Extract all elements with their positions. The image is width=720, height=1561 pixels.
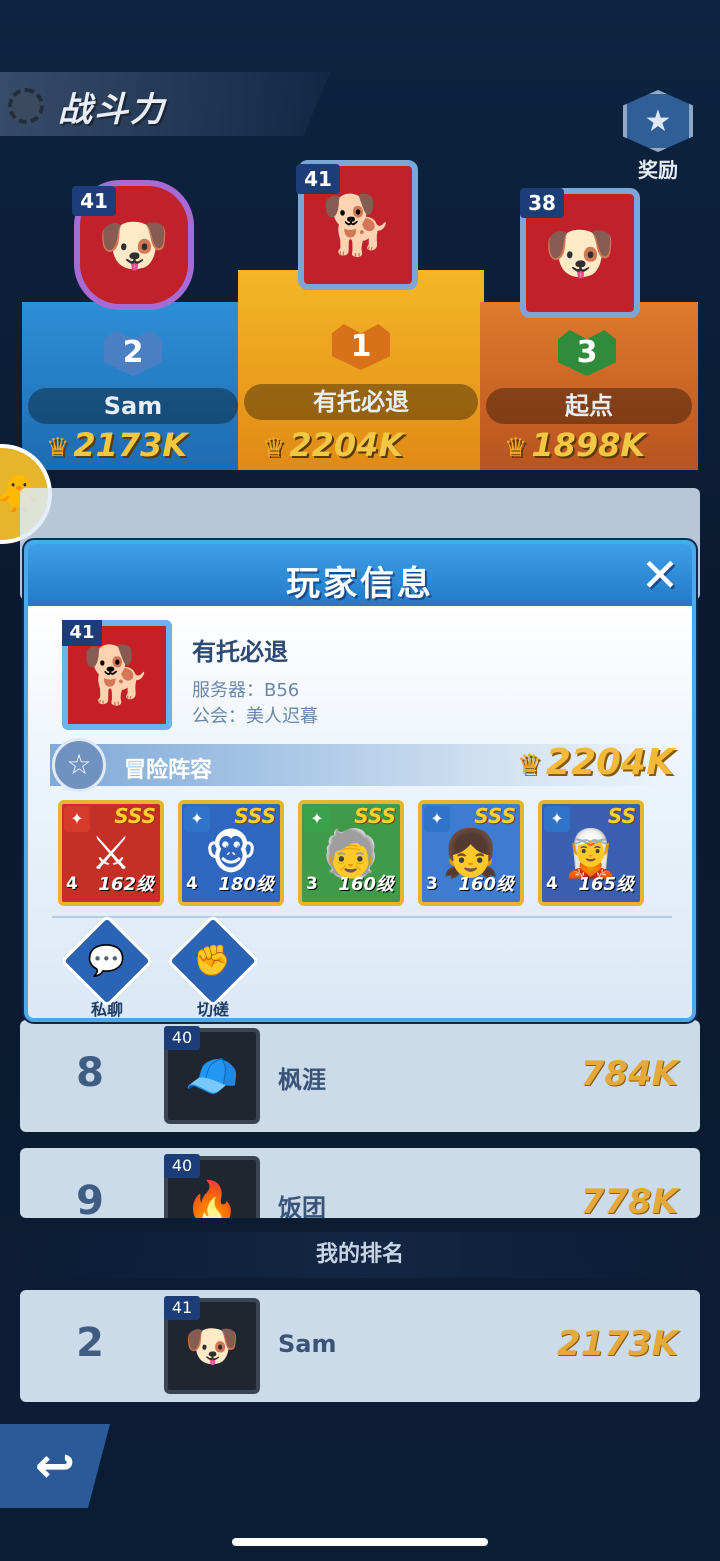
home-indicator[interactable] [232,1538,488,1546]
player-name: 有托必退 [192,638,288,666]
power-value: ♛ 1898K [504,426,645,464]
gear-icon [8,88,44,124]
hero-level: 165级 [578,874,634,895]
lineup-label: 冒险阵容 [124,758,213,783]
my-rank-row[interactable]: 2 🐶 41 Sam 2173K [20,1290,700,1402]
player-name: 枫涯 [278,1066,326,1094]
level-tag: 41 [62,620,102,646]
divider [52,916,672,918]
hero-level: 162级 [98,874,154,895]
hero-card[interactable]: ✦ 🧓 SSS 3 160级 [298,800,404,906]
crown-icon: ♛ [516,748,542,781]
faction-icon: ✦ [424,806,450,832]
my-rank-label: 我的排名 [0,1232,720,1278]
player-server: 服务器：B56 [192,680,300,701]
power-value: ♛ 2204K [262,426,403,464]
back-arrow-icon: ↩ [34,1438,76,1494]
modal-header: 玩家信息 ✕ [28,544,692,606]
rank-number: 2 [76,1320,104,1366]
power-value: 784K [580,1054,678,1094]
level-tag: 40 [164,1026,200,1050]
power-text: 1898K [531,426,646,464]
chat-bubble-icon: 💬 [60,914,154,1008]
player-guild: 公会：美人迟暮 [192,706,318,727]
modal-title: 玩家信息 [286,564,434,604]
modal-body: 🐕 41 有托必退 服务器：B56 公会：美人迟暮 ☆ 冒险阵容 ♛ 2204K … [28,606,692,1018]
podium-third[interactable]: 🐶 38 3 起点 ♛ 1898K [480,160,698,470]
hero-stars: 3 [426,874,438,894]
crown-icon: ♛ [504,433,528,463]
player-name: Sam [278,1330,337,1358]
hero-card[interactable]: ✦ 🧝 SS 4 165级 [538,800,644,906]
hero-grade: SS [607,804,636,828]
power-value: ♛ 2173K [46,426,187,464]
hero-grade: SSS [474,804,516,828]
hero-stars: 4 [186,874,198,894]
hero-level: 160级 [338,874,394,895]
hero-card[interactable]: ✦ 🐵 SSS 4 180级 [178,800,284,906]
faction-icon: ✦ [184,806,210,832]
level-tag: 41 [72,186,116,216]
close-icon[interactable]: ✕ [636,552,684,600]
level-tag: 40 [164,1154,200,1178]
page-title: 战斗力 [58,90,166,130]
hero-card[interactable]: ✦ 👧 SSS 3 160级 [418,800,524,906]
level-tag: 38 [520,188,564,218]
level-tag: 41 [164,1296,200,1320]
player-info-modal: 玩家信息 ✕ 🐕 41 有托必退 服务器：B56 公会：美人迟暮 ☆ 冒险阵容 … [24,540,696,1022]
hero-grade: SSS [354,804,396,828]
medal-icon: ★ [623,90,693,152]
player-name: 饭团 [278,1194,326,1218]
power-value: 778K [580,1182,678,1218]
player-name: 起点 [486,388,692,424]
player-name: 有托必退 [244,384,478,420]
level-tag: 41 [296,164,340,194]
hero-lineup: ✦ ⚔ SSS 4 162级 ✦ 🐵 SSS 4 180级 ✦ 🧓 SSS 3 … [58,800,658,908]
power-value: 2173K [557,1324,678,1364]
podium-second[interactable]: 🐶 41 2 Sam ♛ 2173K [22,160,244,470]
star-badge-icon: ☆ [52,738,106,792]
crown-icon: ♛ [46,433,70,463]
hero-card[interactable]: ✦ ⚔ SSS 4 162级 [58,800,164,906]
player-name: Sam [28,388,238,424]
power-text: 2173K [73,426,188,464]
faction-icon: ✦ [64,806,90,832]
fist-icon: ✊ [166,914,260,1008]
faction-icon: ✦ [304,806,330,832]
faction-icon: ✦ [544,806,570,832]
hero-level: 160级 [458,874,514,895]
lineup-power: ♛ 2204K [517,742,674,783]
private-chat-button[interactable]: 💬 私聊 [60,914,154,1018]
table-row[interactable]: 8 🧢 40 枫涯 784K [20,1020,700,1132]
hero-level: 180级 [218,874,274,895]
rank-number: 8 [76,1050,104,1096]
table-row[interactable]: 9 🔥 40 饭团 778K [20,1148,700,1218]
hero-grade: SSS [234,804,276,828]
rank-number: 9 [76,1178,104,1218]
hero-stars: 4 [66,874,78,894]
hero-grade: SSS [114,804,156,828]
power-text: 2204K [289,426,404,464]
hero-stars: 3 [306,874,318,894]
podium-first[interactable]: 🐕 41 1 有托必退 ♛ 2204K [238,160,484,470]
lineup-power-text: 2204K [545,742,674,783]
duel-button[interactable]: ✊ 切磋 [166,914,260,1018]
hero-stars: 4 [546,874,558,894]
crown-icon: ♛ [262,433,286,463]
